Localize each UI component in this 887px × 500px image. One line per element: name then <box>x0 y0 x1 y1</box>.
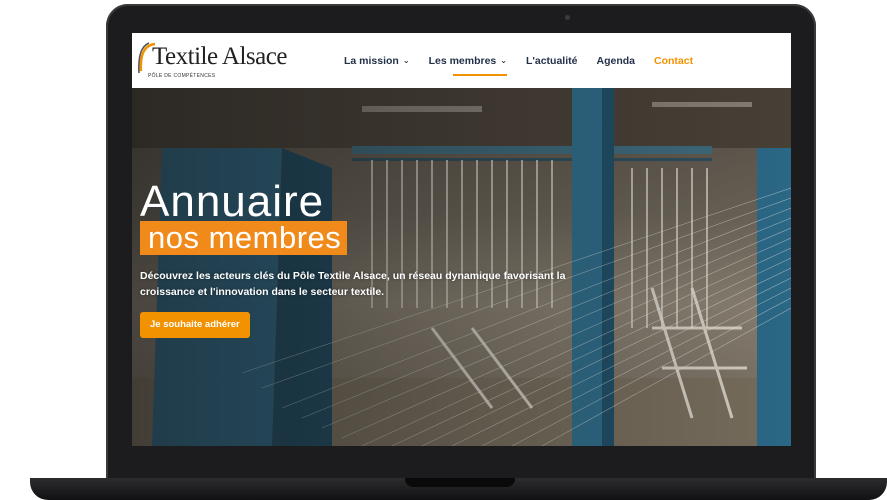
hero-overlay <box>132 88 791 446</box>
nav-item-label: Les membres <box>428 54 497 67</box>
chevron-down-icon: ⌄ <box>500 55 507 65</box>
site-header: Textile Alsace PÔLE DE COMPÉTENCES La mi… <box>132 33 791 88</box>
hero-section: Annuaire nos membres Découvrez les acteu… <box>132 88 791 446</box>
laptop-screen: Textile Alsace PÔLE DE COMPÉTENCES La mi… <box>132 33 791 446</box>
logo-tagline: PÔLE DE COMPÉTENCES <box>148 73 216 79</box>
webcam <box>565 15 570 20</box>
nav-item-mission[interactable]: La mission ⌄ <box>344 55 410 67</box>
join-button[interactable]: Je souhaite adhérer <box>140 312 250 338</box>
logo-text: Textile Alsace <box>152 43 287 70</box>
nav-item-actualite[interactable]: L'actualité <box>526 55 578 67</box>
chevron-down-icon: ⌄ <box>402 55 410 65</box>
nav-item-label: Contact <box>654 54 694 67</box>
hero-subtitle-highlight: nos membres <box>140 221 348 255</box>
nav-item-label: La mission <box>344 54 399 67</box>
nav-item-label: Agenda <box>596 54 635 67</box>
hero-title: Annuaire <box>140 177 325 226</box>
nav-item-membres[interactable]: Les membres ⌄ <box>428 54 508 76</box>
nav-item-label: L'actualité <box>525 54 578 67</box>
nav-item-agenda[interactable]: Agenda <box>596 55 635 67</box>
main-nav: La mission ⌄ Les membres ⌄ L'actualité Age… <box>344 33 712 88</box>
laptop-notch <box>405 478 515 487</box>
nav-item-contact[interactable]: Contact <box>654 55 693 67</box>
brand-logo[interactable]: Textile Alsace PÔLE DE COMPÉTENCES <box>135 39 305 81</box>
laptop-mockup: Textile Alsace PÔLE DE COMPÉTENCES La mi… <box>0 0 887 500</box>
hero-description: Découvrez les acteurs clés du Pôle Texti… <box>140 270 566 298</box>
